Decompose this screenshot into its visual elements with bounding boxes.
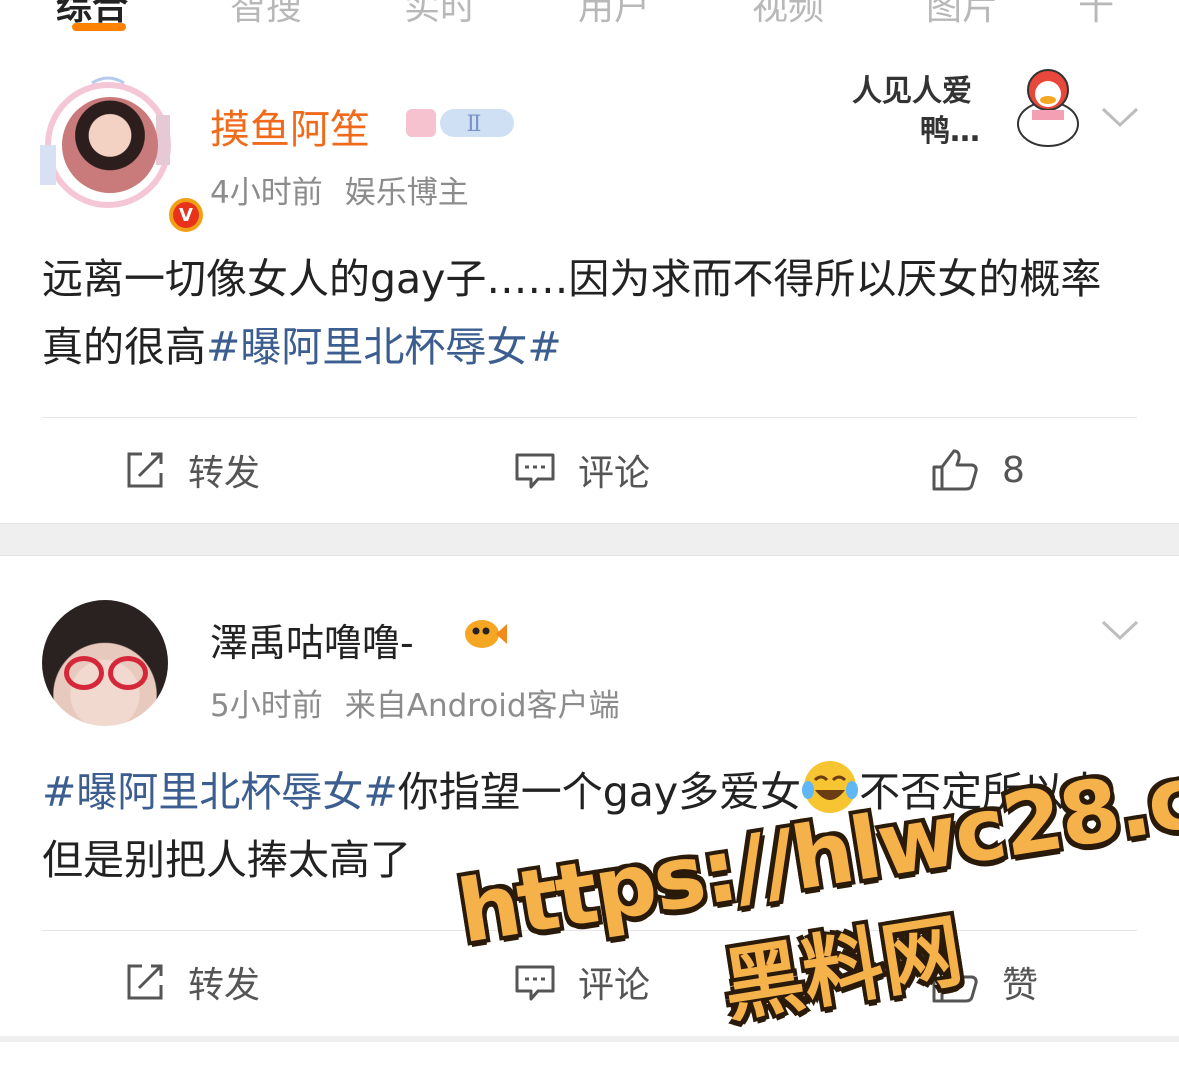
post-source: 来自Android客户端 [344, 688, 620, 724]
active-tab-indicator [72, 23, 126, 31]
repost-button[interactable]: 转发 [124, 430, 260, 510]
avatar-photo [62, 97, 158, 193]
tab-smart-search[interactable]: 智搜 [230, 0, 302, 30]
post-text: 远离一切像女人的gay子……因为求而不得所以厌女的概率真的很高 [42, 255, 1102, 371]
tab-images[interactable]: 图片 [926, 0, 998, 30]
tab-videos[interactable]: 视频 [752, 0, 824, 30]
user-avatar[interactable] [42, 600, 168, 726]
like-button[interactable]: 赞 [930, 942, 1038, 1022]
user-tag: 娱乐博主 [344, 175, 469, 211]
post-meta: 4小时前 娱乐博主 [210, 167, 469, 212]
fish-badge-icon [465, 620, 507, 648]
user-avatar[interactable]: V [40, 75, 206, 235]
repost-icon [127, 964, 163, 1000]
topic-link[interactable]: #曝阿里北杯辱女# [42, 768, 398, 816]
repost-button[interactable]: 转发 [124, 942, 260, 1022]
chevron-down-icon[interactable] [1100, 618, 1140, 642]
comment-label: 评论 [578, 453, 651, 494]
feed-separator [0, 523, 1179, 556]
divider [42, 417, 1137, 418]
member-level-badge-icon: Ⅱ [406, 109, 514, 137]
verified-badge-icon: V [166, 195, 206, 235]
post-card-2[interactable]: 澤禹咕噜噜- 5小时前 来自Android客户端 #曝阿里北杯辱女#你指望一个ga… [0, 556, 1179, 1042]
feed-separator [0, 1036, 1179, 1042]
username[interactable]: 澤禹咕噜噜- [210, 612, 414, 667]
svg-text:Ⅱ: Ⅱ [467, 112, 482, 137]
post-meta: 5小时前 来自Android客户端 [210, 680, 620, 725]
thumbs-up-icon [932, 961, 978, 1003]
chevron-down-icon[interactable] [1100, 105, 1140, 129]
post-actions: 转发 评论 8 [0, 430, 1179, 510]
username[interactable]: 摸鱼阿笙 [210, 97, 370, 155]
tab-realtime[interactable]: 实时 [404, 0, 476, 30]
sticker-decoration: 人见人爱 鸭… [850, 60, 1090, 160]
comment-button[interactable]: 评论 [514, 430, 650, 510]
tab-users[interactable]: 用户 [578, 0, 650, 30]
divider [42, 930, 1137, 931]
thumbs-up-icon [932, 449, 978, 491]
post-content: #曝阿里北杯辱女#你指望一个gay多爱女 不否定所以人但是别把人捧太高了 [42, 758, 1142, 894]
repost-icon [127, 452, 163, 488]
post-time: 4小时前 [210, 175, 323, 211]
repost-label: 转发 [188, 965, 261, 1006]
comment-label: 评论 [578, 965, 651, 1006]
topic-link[interactable]: #曝阿里北杯辱女# [206, 323, 562, 371]
tab-more[interactable]: 十 [1078, 0, 1114, 30]
post-content: 远离一切像女人的gay子……因为求而不得所以厌女的概率真的很高#曝阿里北杯辱女# [42, 245, 1142, 381]
like-button[interactable]: 8 [930, 430, 1025, 510]
comment-button[interactable]: 评论 [514, 942, 650, 1022]
post-card-1[interactable]: V 摸鱼阿笙 Ⅱ 4小时前 娱乐博主 人见人爱 鸭… 远离一切像女人的gay子……… [0, 55, 1179, 523]
duck-sticker-icon [1017, 69, 1079, 147]
comment-icon [515, 453, 555, 489]
like-count: 8 [1002, 449, 1025, 491]
laughing-tears-emoji-icon [802, 761, 859, 813]
search-tabs: 综合 智搜 实时 用户 视频 图片 十 [0, 0, 1179, 38]
comment-icon [515, 965, 555, 1001]
post-text: 你指望一个gay多爱女 [397, 768, 802, 816]
post-actions: 转发 评论 赞 [0, 942, 1179, 1022]
repost-label: 转发 [188, 453, 261, 494]
like-label: 赞 [1002, 965, 1039, 1006]
post-time: 5小时前 [210, 688, 323, 724]
